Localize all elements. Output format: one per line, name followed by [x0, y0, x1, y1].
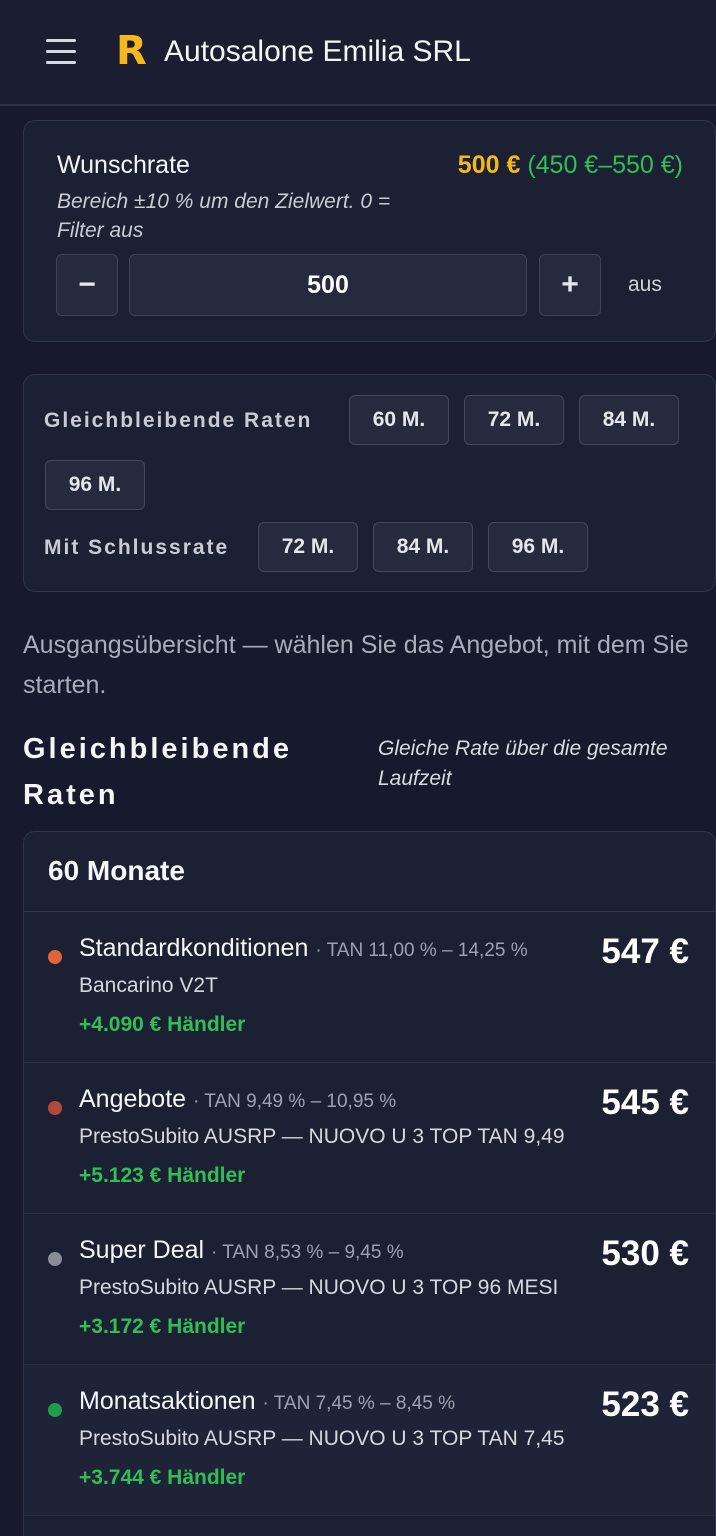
wunschrate-hint: Bereich ±10 % um den Zielwert. 0 = Filte… — [57, 190, 391, 242]
increment-button[interactable]: + — [539, 254, 601, 316]
balloon-chip-72[interactable]: 72 M. — [258, 522, 358, 572]
filter-state-label: aus — [628, 273, 662, 296]
wunschrate-value: 500 € (450 €–550 €) — [458, 151, 683, 180]
offer-name: Super Deal · TAN 8,53 % – 9,45 % — [79, 1236, 404, 1264]
offers-card-header: 60 Monate — [24, 832, 715, 912]
offer-name: Angebote · TAN 9,49 % – 10,95 % — [79, 1085, 397, 1113]
offer-rate: 545 € — [601, 1083, 689, 1122]
offer-row[interactable]: Super Deal · TAN 8,53 % – 9,45 % PrestoS… — [24, 1214, 715, 1365]
term-chip-60[interactable]: 60 M. — [349, 395, 449, 445]
status-dot — [48, 1403, 62, 1417]
range-close: ) — [674, 151, 683, 179]
wunschrate-amount: 500 € — [457, 151, 521, 179]
section-subtitle: Gleiche Rate über die gesamte Laufzeit — [378, 737, 668, 790]
term-chip-72[interactable]: 72 M. — [464, 395, 564, 445]
balloon-rates-label: Mit Schlussrate — [44, 536, 230, 559]
offers-card: 60 Monate Standardkonditionen · TAN 11,0… — [23, 831, 716, 1536]
offer-dealer-gain: +3.172 € Händler — [79, 1315, 246, 1338]
wunschrate-card: Wunschrate 500 € (450 €–550 €) Bereich ±… — [23, 120, 716, 342]
logo-icon: R — [116, 28, 147, 74]
status-dot — [48, 1252, 62, 1266]
offer-name: Standardkonditionen · TAN 11,00 % – 14,2… — [79, 934, 528, 962]
wunschrate-range: 450 €–550 € — [535, 151, 675, 179]
term-filter-card: Gleichbleibende Raten 60 M. 72 M. 84 M. … — [23, 374, 716, 592]
section-title: Gleichbleibende Raten — [23, 733, 292, 811]
term-chip-84[interactable]: 84 M. — [579, 395, 679, 445]
app-title: Autosalone Emilia SRL — [164, 35, 471, 68]
offer-name: Monatsaktionen · TAN 7,45 % – 8,45 % — [79, 1387, 456, 1415]
status-dot — [48, 950, 62, 964]
offer-bank: PrestoSubito AUSRP — NUOVO U 3 TOP TAN 9… — [79, 1125, 565, 1148]
offer-bank: PrestoSubito AUSRP — NUOVO U 3 TOP 96 ME… — [79, 1276, 559, 1299]
term-chip-96[interactable]: 96 M. — [45, 460, 145, 510]
offer-row[interactable]: Standardkonditionen · TAN 11,00 % – 14,2… — [24, 912, 715, 1063]
intro-text: Ausgangsübersicht — wählen Sie das Angeb… — [23, 631, 689, 699]
offer-rate: 547 € — [601, 932, 689, 971]
offer-row[interactable]: Monatsaktionen · TAN 7,45 % – 8,45 % Pre… — [24, 1365, 715, 1516]
offer-bank: Bancarino V2T — [79, 974, 218, 997]
term-title: 60 Monate — [48, 855, 185, 886]
offer-bank: PrestoSubito AUSRP — NUOVO U 3 TOP TAN 7… — [79, 1427, 565, 1450]
decrement-button[interactable]: − — [56, 254, 118, 316]
offer-dealer-gain: +3.744 € Händler — [79, 1466, 246, 1489]
constant-rates-label: Gleichbleibende Raten — [44, 409, 313, 432]
range-open: ( — [527, 151, 536, 179]
menu-icon[interactable] — [46, 39, 76, 65]
offer-dealer-gain: +4.090 € Händler — [79, 1013, 246, 1036]
offer-tan: · TAN 9,49 % – 10,95 % — [193, 1091, 397, 1112]
offer-tan: · TAN 7,45 % – 8,45 % — [262, 1393, 456, 1414]
balloon-chip-84[interactable]: 84 M. — [373, 522, 473, 572]
offer-rate: 523 € — [601, 1385, 689, 1424]
offer-tan: · TAN 8,53 % – 9,45 % — [211, 1242, 404, 1263]
wunschrate-input[interactable] — [129, 254, 527, 316]
app-header: R Autosalone Emilia SRL — [0, 0, 716, 106]
offer-row[interactable]: Angebote · TAN 9,49 % – 10,95 % PrestoSu… — [24, 1063, 715, 1214]
wunschrate-label: Wunschrate — [57, 151, 190, 179]
offer-dealer-gain: +5.123 € Händler — [79, 1164, 246, 1187]
status-dot — [48, 1101, 62, 1115]
offer-rate: 530 € — [601, 1234, 689, 1273]
offer-tan: · TAN 11,00 % – 14,25 % — [315, 940, 528, 961]
balloon-chip-96[interactable]: 96 M. — [488, 522, 588, 572]
